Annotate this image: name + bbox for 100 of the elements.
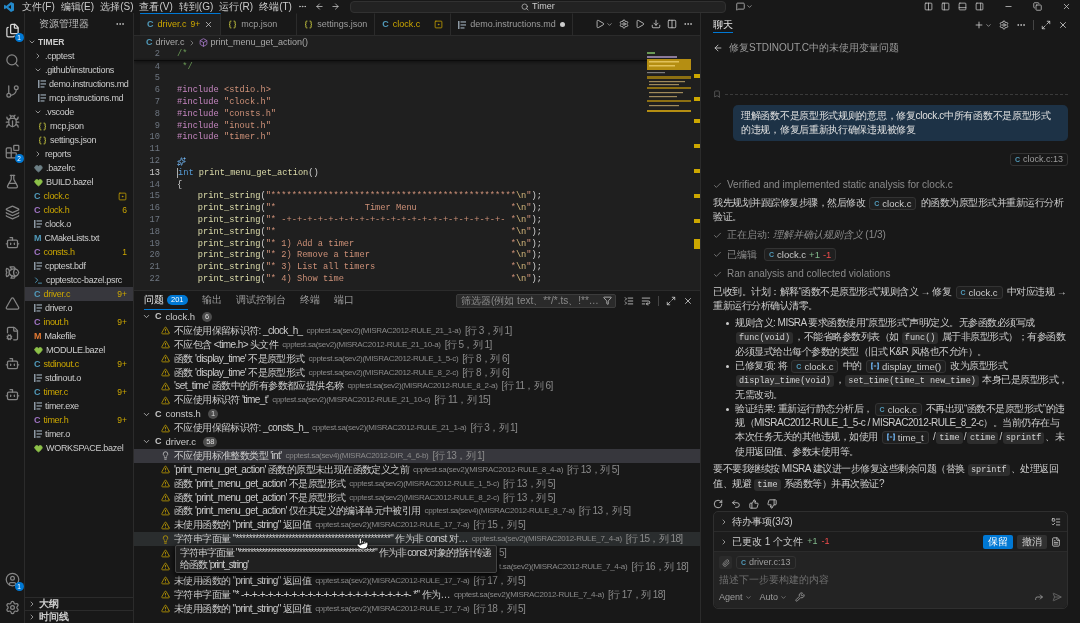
problem-item[interactable]: 未使用函数的 "print_string" 返回值 cpptest.sa(sev2)(MISRAC2012-RULE_17_7-a) [行 17，列 5] bbox=[134, 573, 700, 588]
wrench-icon[interactable] bbox=[795, 592, 806, 602]
file-item[interactable]: M Makefile bbox=[25, 329, 133, 343]
model-dropdown[interactable]: Auto bbox=[759, 592, 788, 602]
file-gear-icon[interactable] bbox=[4, 325, 20, 341]
speech-bubble-icon[interactable] bbox=[735, 2, 745, 11]
problem-item[interactable]: 未使用函数的 "print_string" 返回值 cpptest.sa(sev2)(MISRAC2012-RULE_17_7-a) [行 18，列 5] bbox=[134, 601, 700, 616]
menu-item[interactable]: 选择(S) bbox=[100, 0, 134, 13]
breadcrumb-item[interactable]: C driver.c bbox=[146, 38, 185, 47]
plus-icon[interactable] bbox=[974, 20, 984, 30]
folder-item[interactable]: .github\instructions bbox=[25, 63, 133, 77]
branch-icon[interactable] bbox=[4, 83, 20, 99]
file-item[interactable]: C consts.h 1 bbox=[25, 245, 133, 259]
menu-item[interactable]: 运行(R) bbox=[219, 0, 254, 13]
menu-item[interactable]: 编辑(E) bbox=[60, 0, 95, 13]
file-item[interactable]: clock.o bbox=[25, 217, 133, 231]
file-item[interactable]: BUILD.bazel bbox=[25, 175, 133, 189]
lightbulb-icon[interactable] bbox=[161, 451, 170, 461]
file-item[interactable]: C clock.h 6 bbox=[25, 203, 133, 217]
problem-item[interactable]: t.sa(sev2)(MISRAC2012-RULE_7_4-a) [行 16，列 18] bbox=[499, 561, 689, 572]
problem-item[interactable]: 不应使用标准整数类型 'int' cpptest.sa(sev4)(MISRAC2012-DIR_4_6-b) [行 13，列 1] bbox=[134, 448, 700, 463]
folder-item[interactable]: .vscode bbox=[25, 105, 133, 119]
play-icon[interactable] bbox=[635, 19, 645, 29]
problem-item[interactable]: 函数 'display_time' 不是原型形式 cpptest.sa(sev2)(MISRAC2012-RULE_8_2-c) [行 8，列 6] bbox=[134, 365, 700, 380]
file-item[interactable]: timer.exe bbox=[25, 399, 133, 413]
problem-item[interactable]: 函数 'print_menu_get_action' 仅在其定义的编译单元中被引用 cpptest.sa(sev4)(MISRAC2012-RULE_8_7-a) [行 13，列 5] bbox=[134, 504, 700, 519]
file-item[interactable]: M CMakeLists.txt bbox=[25, 231, 133, 245]
settings-icon[interactable] bbox=[619, 19, 629, 29]
close-icon[interactable] bbox=[1058, 20, 1068, 30]
panel-bottom-icon[interactable] bbox=[958, 2, 967, 11]
forward-arrow-icon[interactable] bbox=[1034, 592, 1044, 602]
blocks-icon[interactable] bbox=[4, 144, 20, 160]
filter-field[interactable]: 筛选器(例如 text、**/*.ts、!**… bbox=[456, 293, 616, 308]
breadcrumb-item[interactable]: print_menu_get_action() bbox=[198, 38, 309, 47]
restore-icon[interactable] bbox=[1033, 2, 1042, 11]
problem-item[interactable]: 不应包含 <time.h> 头文件 cpptest.sa(sev2)(MISRAC2012-RULE_21_10-a) [行 5，列 1] bbox=[134, 337, 700, 352]
panel-tab[interactable]: 调试控制台 bbox=[235, 291, 286, 310]
more-icon[interactable] bbox=[297, 2, 307, 11]
file-item[interactable]: C clock.c bbox=[25, 189, 133, 203]
panel-tab[interactable]: 聊天 bbox=[713, 17, 733, 33]
columns-icon[interactable] bbox=[667, 19, 677, 29]
problem-item[interactable]: 未使用函数的 "print_string" 返回值 cpptest.sa(sev2)(MISRAC2012-RULE_17_7-a) [行 15，列 5] bbox=[134, 518, 700, 533]
file-item[interactable]: timer.o bbox=[25, 427, 133, 441]
flask-icon[interactable] bbox=[4, 174, 20, 190]
file-item[interactable]: stdinout.o bbox=[25, 371, 133, 385]
panel-left-icon[interactable] bbox=[941, 2, 950, 11]
download-icon[interactable] bbox=[651, 19, 661, 29]
section-header[interactable]: 时间线 bbox=[25, 610, 133, 623]
changed-files-toggle[interactable]: 已更改 1 个文件 +1 -1 bbox=[720, 536, 830, 547]
folder-item[interactable]: TIMER bbox=[25, 35, 133, 49]
section-header[interactable]: 大纲 bbox=[25, 597, 133, 610]
robot-icon[interactable] bbox=[4, 356, 20, 372]
problem-item[interactable]: 5] bbox=[499, 548, 507, 559]
problem-item[interactable]: 不应使用标识符 'time_t' cpptest.sa(sev2)(MISRAC2012-RULE_21_10-c) [行 11，列 15] bbox=[134, 393, 700, 408]
document-icon[interactable] bbox=[1051, 536, 1061, 547]
layers-icon[interactable] bbox=[4, 204, 20, 220]
editor-tab[interactable]: C driver.c 9+ bbox=[140, 13, 222, 35]
bug-icon[interactable] bbox=[4, 113, 20, 129]
problem-item[interactable]: 'set_time' 函数中的所有参数都应提供名称 cpptest.sa(sev2)(MISRAC2012-RULE_8_2-a) [行 11，列 6] bbox=[134, 379, 700, 394]
file-item[interactable]: settings.json bbox=[25, 133, 133, 147]
text-wrap-icon[interactable] bbox=[641, 295, 651, 306]
folder-item[interactable]: .cpptest bbox=[25, 49, 133, 63]
problem-item[interactable]: 不应使用保留标识符: _consts_h_ cpptest.sa(sev2)(MISRAC2012-RULE_21_1-a) [行 3，列 1] bbox=[134, 421, 700, 435]
undo-button[interactable]: 撤消 bbox=[1017, 534, 1047, 549]
settings-icon[interactable] bbox=[999, 20, 1009, 30]
problem-item[interactable]: 不应使用保留标识符: _clock_h_ cpptest.sa(sev2)(MISRAC2012-RULE_21_1-a) [行 3，列 1] bbox=[134, 323, 700, 338]
close-icon[interactable] bbox=[683, 295, 693, 306]
file-item[interactable]: C stdinout.c 9+ bbox=[25, 357, 133, 371]
menu-item[interactable]: 查看(V) bbox=[139, 0, 173, 13]
sparkle-icon[interactable] bbox=[177, 156, 186, 166]
problem-item[interactable]: 字符串字面量 "* -+-+-+-+-+-+-+-+-+-+-+-+-+-+-+-+-+-+-+-+-+- *" 作为… cpptest.sa(sev2)(MISRAC2012-RULE_7_4-a) [行 17，列 18] bbox=[134, 587, 700, 602]
lightbulb-icon[interactable] bbox=[161, 534, 170, 544]
back-arrow-icon[interactable] bbox=[314, 2, 324, 11]
play-icon[interactable] bbox=[595, 19, 605, 29]
panel-tab[interactable]: 终端 bbox=[299, 291, 320, 310]
todo-toggle[interactable]: 待办事项(3/3) bbox=[714, 512, 1067, 531]
file-item[interactable]: driver.o bbox=[25, 301, 133, 315]
panel-right-icon[interactable] bbox=[975, 2, 984, 11]
keep-button[interactable]: 保留 bbox=[983, 534, 1013, 549]
checklist-icon[interactable] bbox=[1051, 516, 1061, 527]
file-item[interactable]: WORKSPACE.bazel bbox=[25, 441, 133, 455]
file-item[interactable]: mcp.instructions.md bbox=[25, 91, 133, 105]
filter-icon[interactable] bbox=[603, 296, 612, 305]
symbol-chip[interactable]: display_time() bbox=[866, 359, 947, 373]
problem-item[interactable]: 函数 'print_menu_get_action' 不是原型形式 cpptest.sa(sev2)(MISRAC2012-RULE_1_5-c) [行 13，列 5] bbox=[134, 476, 700, 491]
columns-icon[interactable] bbox=[924, 2, 933, 11]
folder-item[interactable]: reports bbox=[25, 147, 133, 161]
circular-arrow-icon[interactable] bbox=[713, 499, 723, 509]
triangle-icon[interactable] bbox=[4, 295, 20, 311]
chevron-down-icon[interactable] bbox=[985, 21, 992, 29]
file-item[interactable]: C timer.c 9+ bbox=[25, 385, 133, 399]
problem-item[interactable]: 字符串字面量 "***********************************************" 作为非 const 对… cpptest.sa(sev2)(MISRAC2012-RULE_7_4-a) [行 15，列 18] bbox=[134, 532, 700, 547]
problem-item[interactable]: 'print_menu_get_action' 函数的原型未出现在函数定义之前 cpptest.sa(sev2)(MISRAC2012-RULE_8_4-a) [行 13，列 5] bbox=[134, 462, 700, 477]
mode-dropdown[interactable]: Agent bbox=[719, 592, 752, 602]
thumbs-up-icon[interactable] bbox=[749, 499, 759, 509]
forward-arrow-icon[interactable] bbox=[330, 2, 340, 11]
file-item[interactable]: cpptest.bdf bbox=[25, 259, 133, 273]
file-item[interactable]: MODULE.bazel bbox=[25, 343, 133, 357]
symbol-chip[interactable]: time_t bbox=[881, 430, 929, 444]
panel-tab[interactable]: 端口 bbox=[333, 291, 354, 310]
